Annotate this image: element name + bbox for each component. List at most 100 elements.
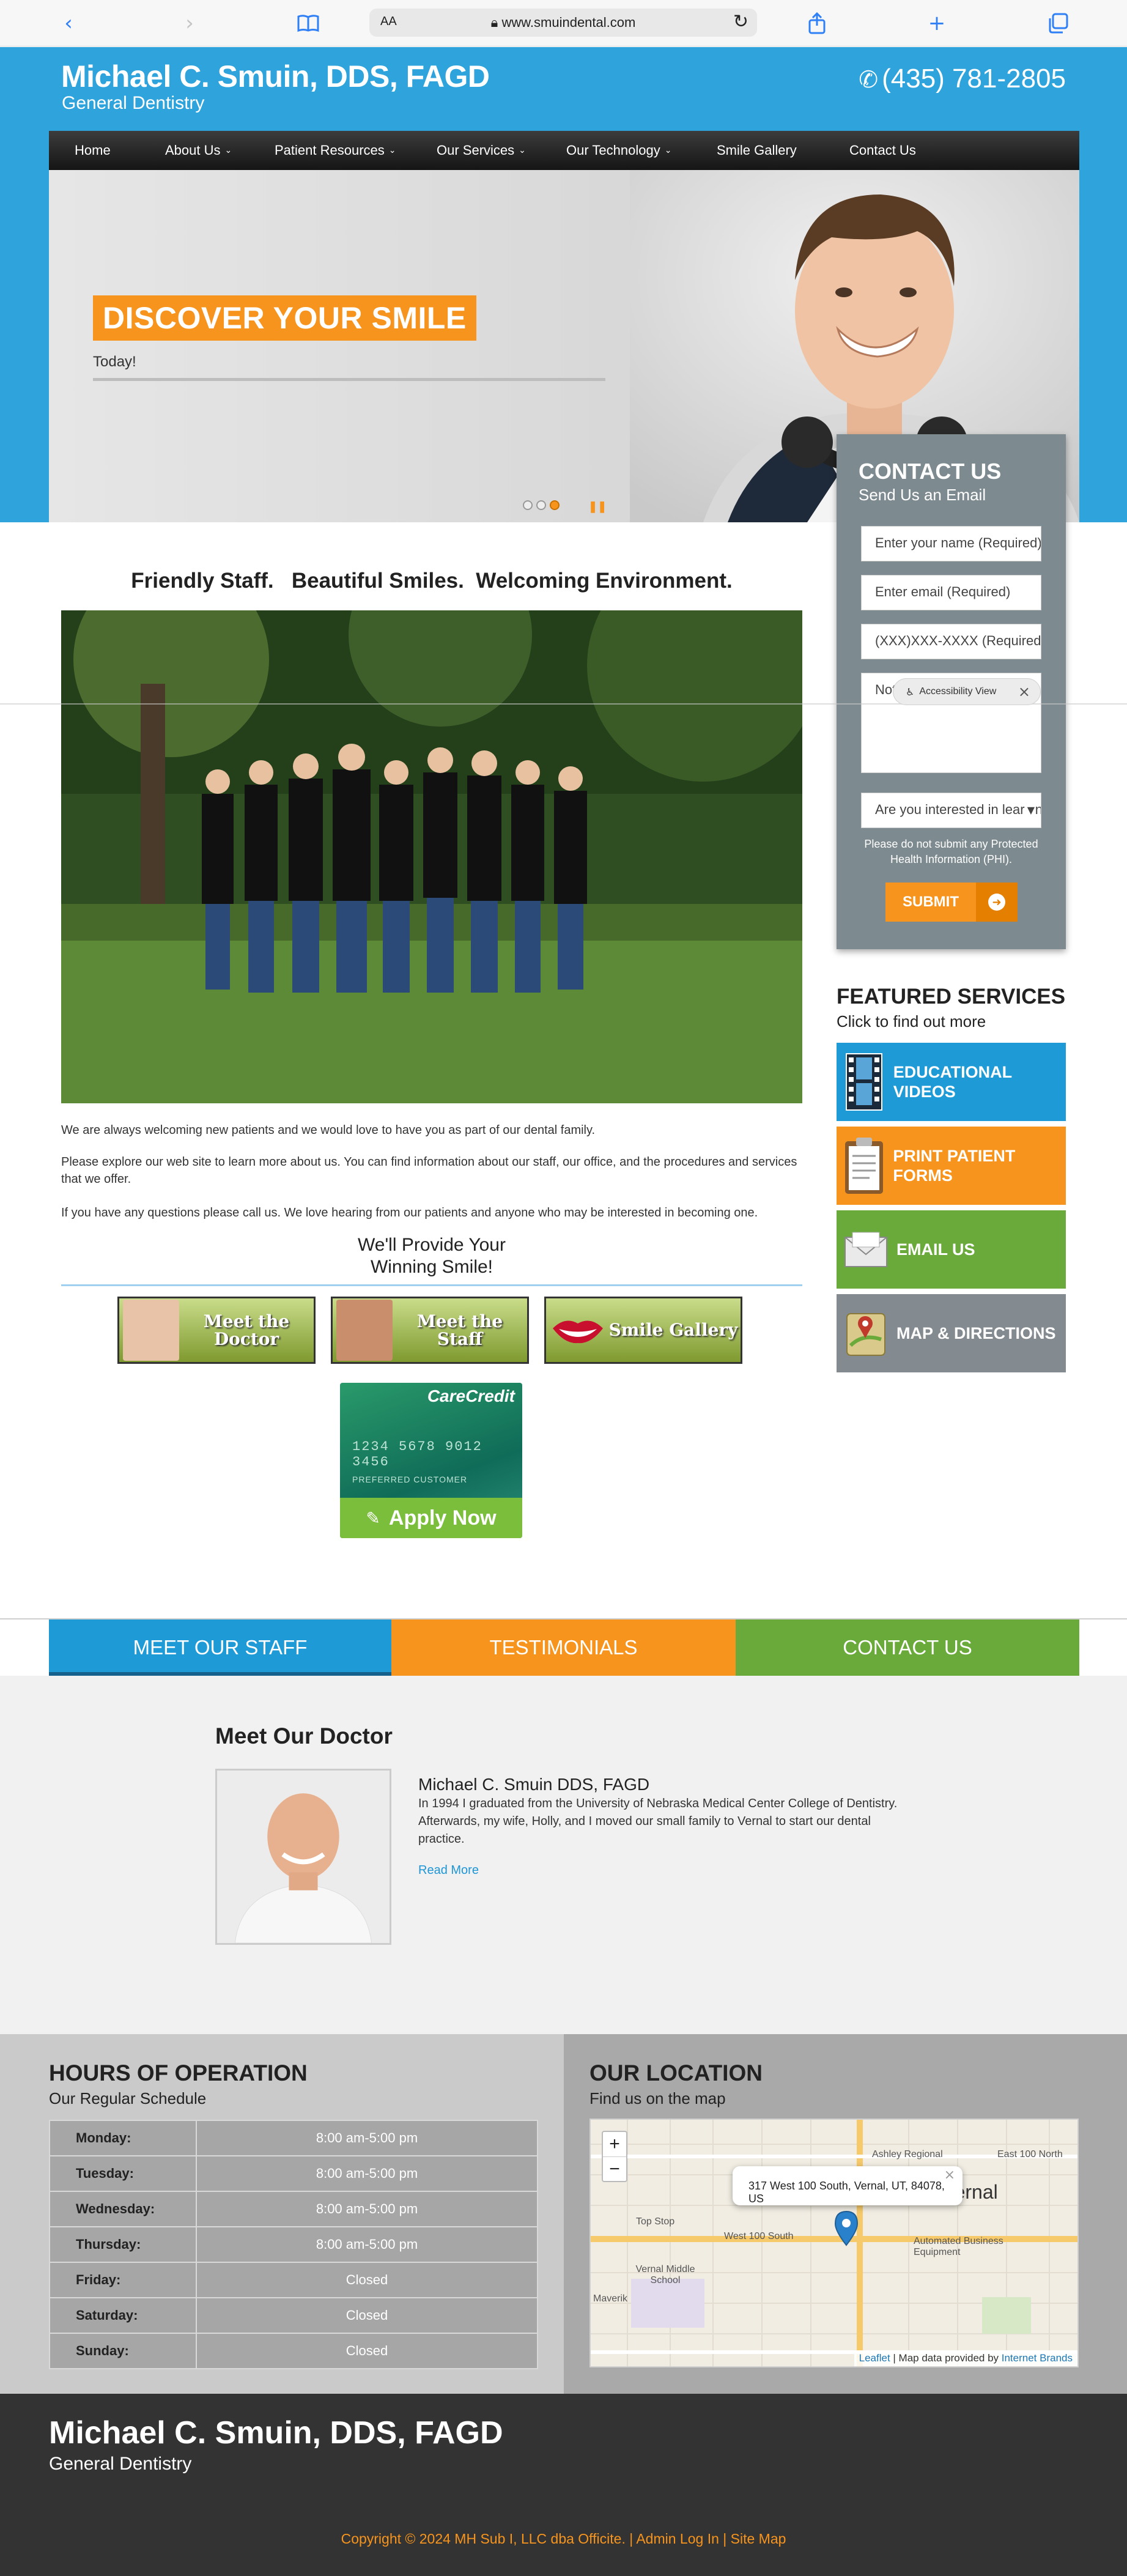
envelope-icon <box>843 1220 889 1279</box>
nav-patient-resources[interactable]: Patient Resources ⌄ <box>275 131 396 170</box>
tab-contact-us[interactable]: CONTACT US <box>736 1619 1079 1676</box>
intro-paragraph: We are always welcoming new patients and… <box>61 1123 596 1137</box>
forward-icon[interactable]: › <box>175 9 204 38</box>
admin-login-link[interactable]: Admin Log In <box>636 2531 719 2547</box>
zoom-out-button[interactable]: − <box>603 2156 626 2181</box>
copyright-text: Copyright © 2024 MH Sub I, LLC dba Offic… <box>341 2531 626 2547</box>
apply-now-button[interactable]: ✎ Apply Now <box>340 1498 522 1538</box>
accessibility-icon: ♿︎ <box>906 686 915 698</box>
button-label: Meet the Staff <box>416 1311 503 1349</box>
address-bar[interactable]: AA 🔒︎ www.smuindental.com ↻ <box>369 9 757 37</box>
close-icon[interactable]: × <box>944 2167 955 2183</box>
leaflet-link[interactable]: Leaflet <box>859 2352 890 2364</box>
internet-brands-link[interactable]: Internet Brands <box>1002 2352 1073 2364</box>
table-row: Saturday: Closed <box>49 2297 538 2334</box>
map-label: East 100 North <box>997 2149 1063 2160</box>
meet-the-staff-button[interactable]: Meet the Staff <box>331 1297 529 1364</box>
table-row: Tuesday: 8:00 am-5:00 pm <box>49 2155 538 2192</box>
provide-line: Winning Smile! <box>370 1257 493 1277</box>
read-more-link[interactable]: Read More <box>418 1864 479 1878</box>
share-icon[interactable] <box>802 9 832 38</box>
tile-label: MAP & DIRECTIONS <box>896 1323 1056 1342</box>
bookmarks-icon[interactable] <box>294 9 323 38</box>
day-cell: Sunday: <box>49 2333 197 2369</box>
dropdown-arrow-icon: ▼ <box>1024 804 1035 816</box>
nav-smile-gallery[interactable]: Smile Gallery <box>717 131 797 170</box>
email-input[interactable]: Enter email (Required) <box>861 575 1041 610</box>
location-title: OUR LOCATION <box>589 2060 763 2086</box>
tabs-overview-icon[interactable] <box>1043 9 1073 38</box>
meet-the-doctor-button[interactable]: Meet the Doctor <box>117 1297 316 1364</box>
nav-our-technology[interactable]: Our Technology ⌄ <box>566 131 671 170</box>
site-subtitle: General Dentistry <box>62 93 205 113</box>
phone-icon: ✆ <box>859 66 879 93</box>
accessibility-view-pill[interactable]: ♿︎ Accessibility View × <box>893 678 1041 705</box>
slider-dots <box>523 500 560 510</box>
slider-dot-active[interactable] <box>550 500 560 510</box>
slider-dot[interactable] <box>536 500 546 510</box>
phone-input[interactable]: (XXX)XXX-XXXX (Required) <box>861 624 1041 659</box>
nav-label: Our Services <box>437 142 515 158</box>
map-popup: 317 West 100 South, Vernal, UT, 84078, U… <box>733 2166 963 2205</box>
close-icon[interactable]: × <box>1018 683 1030 700</box>
day-cell: Tuesday: <box>49 2155 197 2192</box>
location-map[interactable]: Ashley Regional East 100 North Vernal To… <box>589 2119 1079 2367</box>
carecredit-card[interactable]: CareCredit 1234 5678 9012 3456 PREFERRED… <box>340 1383 522 1538</box>
featured-services-subtitle: Click to find out more <box>837 1012 986 1031</box>
nav-label: Patient Resources <box>275 142 385 158</box>
name-input[interactable]: Enter your name (Required) <box>861 526 1041 561</box>
nav-our-services[interactable]: Our Services ⌄ <box>437 131 526 170</box>
nav-label: About Us <box>165 142 221 158</box>
doctor-section <box>0 1676 1127 2034</box>
site-map-link[interactable]: Site Map <box>731 2531 786 2547</box>
chevron-down-icon: ⌄ <box>664 146 672 155</box>
table-row: Monday: 8:00 am-5:00 pm <box>49 2120 538 2156</box>
print-patient-forms-tile[interactable]: PRINT PATIENT FORMS <box>837 1127 1066 1205</box>
contact-subtitle: Send Us an Email <box>859 486 986 504</box>
nav-about-us[interactable]: About Us ⌄ <box>165 131 232 170</box>
smile-gallery-button[interactable]: Smile Gallery <box>544 1297 742 1364</box>
nav-contact-us[interactable]: Contact Us <box>849 131 916 170</box>
reload-icon[interactable]: ↻ <box>733 11 748 32</box>
browser-toolbar: ‹ › AA 🔒︎ www.smuindental.com ↻ + <box>0 0 1127 46</box>
day-cell: Thursday: <box>49 2226 197 2263</box>
pencil-icon: ✎ <box>366 1508 380 1528</box>
phone-number: (435) 781-2805 <box>882 64 1066 94</box>
phone-link[interactable]: ✆ (435) 781-2805 <box>859 64 1066 94</box>
tab-meet-our-staff[interactable]: MEET OUR STAFF <box>49 1619 391 1676</box>
day-cell: Saturday: <box>49 2297 197 2334</box>
map-label: West 100 South <box>724 2231 794 2241</box>
table-row: Friday: Closed <box>49 2262 538 2298</box>
day-cell: Wednesday: <box>49 2191 197 2227</box>
contact-title: CONTACT US <box>859 459 1002 484</box>
tab-testimonials[interactable]: TESTIMONIALS <box>391 1619 736 1676</box>
nav-label: Home <box>75 142 111 158</box>
educational-videos-tile[interactable]: EDUCATIONAL VIDEOS <box>837 1043 1066 1121</box>
nav-home[interactable]: Home <box>75 131 111 170</box>
submit-button[interactable]: SUBMIT ➜ <box>885 883 1018 922</box>
map-zoom-control: + − <box>602 2131 627 2182</box>
main-heading: Friendly Staff. Beautiful Smiles. Welcom… <box>131 569 733 593</box>
hero-divider <box>93 378 605 381</box>
pause-icon[interactable]: ❚❚ <box>588 500 607 513</box>
tab-label: MEET OUR STAFF <box>133 1636 308 1659</box>
map-attribution: Leaflet | Map data provided by Internet … <box>854 2350 1077 2366</box>
time-cell: 8:00 am-5:00 pm <box>196 2155 538 2192</box>
interest-select[interactable]: Are you interested in learning more▼ <box>861 793 1041 828</box>
url-value: www.smuindental.com <box>501 15 636 30</box>
email-us-tile[interactable]: EMAIL US <box>837 1210 1066 1289</box>
back-icon[interactable]: ‹ <box>54 9 83 38</box>
lock-icon: 🔒︎ <box>490 15 502 30</box>
featured-services-title: FEATURED SERVICES <box>837 985 1066 1009</box>
new-tab-icon[interactable]: + <box>922 9 951 38</box>
slider-dot[interactable] <box>523 500 533 510</box>
map-directions-tile[interactable]: MAP & DIRECTIONS <box>837 1294 1066 1372</box>
doctor-bio: In 1994 I graduated from the University … <box>418 1797 898 1846</box>
zoom-in-button[interactable]: + <box>603 2132 626 2156</box>
arrow-right-icon: ➜ <box>988 894 1005 911</box>
site-title[interactable]: Michael C. Smuin, DDS, FAGD <box>61 59 490 94</box>
doctor-name: Michael C. Smuin DDS, FAGD <box>418 1775 650 1794</box>
table-row: Sunday: Closed <box>49 2333 538 2369</box>
map-label: Maverik <box>593 2293 628 2304</box>
map-label: Vernal Middle School <box>635 2264 695 2285</box>
